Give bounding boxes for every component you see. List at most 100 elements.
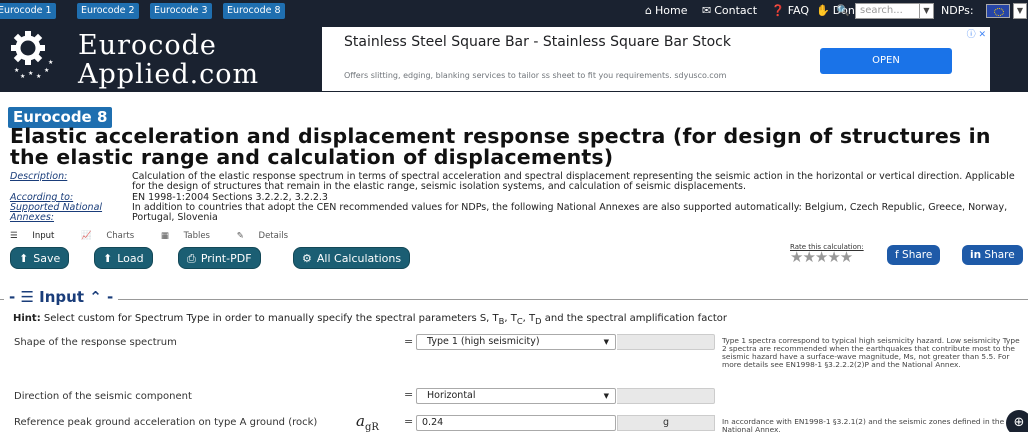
seismic-direction-value: Horizontal	[427, 390, 476, 401]
table-icon: ▦	[160, 231, 169, 241]
eurocode-3-tab[interactable]: Eurocode 3	[150, 3, 212, 19]
chevron-up-icon: ⌃	[89, 288, 102, 306]
spectrum-shape-unit	[617, 334, 715, 350]
ndps-label: NDPs:	[941, 4, 974, 17]
spectrum-shape-select[interactable]: Type 1 (high seismicity) ▼	[416, 334, 616, 350]
tab-input-label: Input	[32, 231, 55, 241]
save-label: Save	[33, 252, 61, 265]
top-navigation-bar: Eurocode 1 Eurocode 2 Eurocode 3 Eurocod…	[0, 0, 1028, 22]
page-title: Elastic acceleration and displacement re…	[10, 124, 991, 169]
hand-icon: ✋	[816, 4, 830, 17]
seismic-direction-unit	[617, 388, 715, 404]
chevron-down-icon: ▼	[603, 392, 609, 400]
envelope-icon: ✉	[702, 4, 712, 17]
hint-body: Select custom for Spectrum Type in order…	[40, 313, 499, 324]
question-icon: ❓	[771, 4, 785, 17]
calculator-fab-icon[interactable]: ⊕	[1006, 410, 1028, 432]
svg-text:★: ★	[44, 67, 49, 74]
list-icon: ☰	[10, 231, 18, 241]
tab-tables[interactable]: ▦ Tables	[161, 231, 222, 241]
advertisement[interactable]: ⓘ ✕ Stainless Steel Square Bar - Stainle…	[322, 27, 990, 91]
linkedin-share-label: Share	[984, 249, 1015, 261]
save-button[interactable]: ⬆ Save	[10, 247, 70, 269]
hint-label: Hint:	[13, 313, 41, 324]
description-text: Calculation of the elastic response spec…	[132, 171, 1015, 192]
linkedin-share-button[interactable]: in Share	[962, 245, 1023, 265]
ad-info-icon[interactable]: ⓘ ✕	[967, 27, 986, 40]
input-section-title: Input	[39, 288, 84, 306]
pga-label: Reference peak ground acceleration on ty…	[14, 417, 318, 428]
edit-icon: ✎	[236, 231, 244, 241]
pga-input[interactable]: 0.24	[416, 415, 616, 431]
ndp-dropdown-caret[interactable]: ▼	[1013, 3, 1027, 19]
all-calculations-button[interactable]: ⚙ All Calculations	[293, 247, 411, 269]
pga-note: In accordance with EN1998-1 §3.2.1(2) an…	[722, 417, 1005, 432]
tab-input[interactable]: ☰ Input	[10, 231, 66, 241]
facebook-share-label: Share	[902, 249, 933, 261]
hint-text: Hint: Select custom for Spectrum Type in…	[13, 313, 727, 326]
search-icon[interactable]: 🔍	[836, 0, 850, 22]
tab-charts-label: Charts	[106, 231, 135, 241]
tab-details-label: Details	[258, 231, 288, 241]
home-link[interactable]: ⌂ Home	[645, 0, 687, 22]
tab-charts[interactable]: 📈 Charts	[81, 231, 146, 241]
hint-body-3: , T	[522, 313, 536, 324]
rating-stars[interactable]: ★★★★★	[790, 248, 853, 266]
chart-icon: 📈	[81, 231, 92, 241]
logo-text-line1[interactable]: Eurocode	[78, 30, 217, 61]
linkedin-icon: in	[970, 249, 982, 261]
svg-text:★: ★	[36, 73, 41, 80]
spectrum-shape-label: Shape of the response spectrum	[14, 337, 177, 348]
home-icon: ⌂	[645, 4, 652, 17]
svg-text:★: ★	[20, 73, 25, 80]
svg-text:★: ★	[28, 70, 33, 77]
facebook-icon: f	[895, 249, 899, 261]
logo-gear-icon[interactable]: ★ ★ ★ ★★★	[6, 28, 68, 86]
equals-sign: =	[404, 415, 414, 428]
tab-details[interactable]: ✎ Details	[237, 231, 300, 241]
search-input[interactable]: search...	[855, 3, 920, 19]
eurocode-8-tab[interactable]: Eurocode 8	[223, 3, 285, 19]
all-calculations-label: All Calculations	[316, 252, 402, 265]
section-divider	[0, 299, 1028, 300]
home-label: Home	[654, 4, 688, 17]
subtabs: ☰ Input 📈 Charts ▦ Tables ✎ Details	[10, 231, 312, 241]
seismic-direction-label: Direction of the seismic component	[14, 391, 192, 402]
svg-text:★: ★	[48, 59, 53, 66]
annexes-label[interactable]: Supported National Annexes:	[10, 203, 120, 223]
contact-link[interactable]: ✉ Contact	[702, 0, 757, 22]
faq-link[interactable]: ❓ FAQ	[771, 0, 809, 22]
search-dropdown-caret[interactable]: ▼	[920, 3, 934, 19]
input-section-header[interactable]: - ☰ Input ⌃ -	[4, 288, 119, 306]
ad-description: Offers slitting, edging, blanking servic…	[344, 71, 727, 80]
faq-label: FAQ	[787, 4, 810, 17]
logo-text-line2[interactable]: Applied.com	[78, 59, 259, 90]
eu-flag-icon[interactable]	[986, 4, 1010, 18]
spectrum-shape-value: Type 1 (high seismicity)	[427, 336, 540, 347]
agr-symbol: agR	[356, 412, 379, 432]
upload-icon: ⬆	[19, 252, 29, 265]
svg-text:★: ★	[14, 67, 19, 74]
eurocode-2-tab[interactable]: Eurocode 2	[77, 3, 139, 19]
chevron-down-icon: ▼	[603, 338, 609, 346]
load-label: Load	[117, 252, 144, 265]
ad-open-button[interactable]: OPEN	[820, 48, 952, 74]
seismic-direction-select[interactable]: Horizontal ▼	[416, 388, 616, 404]
print-pdf-button[interactable]: ⎙ Print-PDF	[178, 247, 261, 269]
spectrum-shape-note: Type 1 spectra correspond to typical hig…	[722, 336, 1020, 369]
equals-sign: =	[404, 335, 414, 348]
print-icon: ⎙	[187, 252, 196, 265]
description-label[interactable]: Description:	[10, 172, 125, 182]
load-button[interactable]: ⬆ Load	[94, 247, 153, 269]
agr-symbol-main: a	[356, 412, 365, 430]
upload-icon: ⬆	[103, 252, 113, 265]
ad-title[interactable]: Stainless Steel Square Bar - Stainless S…	[344, 33, 784, 51]
facebook-share-button[interactable]: f Share	[887, 245, 941, 265]
list-icon: ☰	[20, 288, 34, 306]
equals-sign: =	[404, 388, 414, 401]
contact-label: Contact	[714, 4, 758, 17]
gear-icon: ⚙	[302, 252, 312, 265]
pga-unit: g	[617, 415, 715, 431]
eurocode-1-tab[interactable]: Eurocode 1	[0, 3, 56, 19]
hint-body-2: , T	[504, 313, 517, 324]
